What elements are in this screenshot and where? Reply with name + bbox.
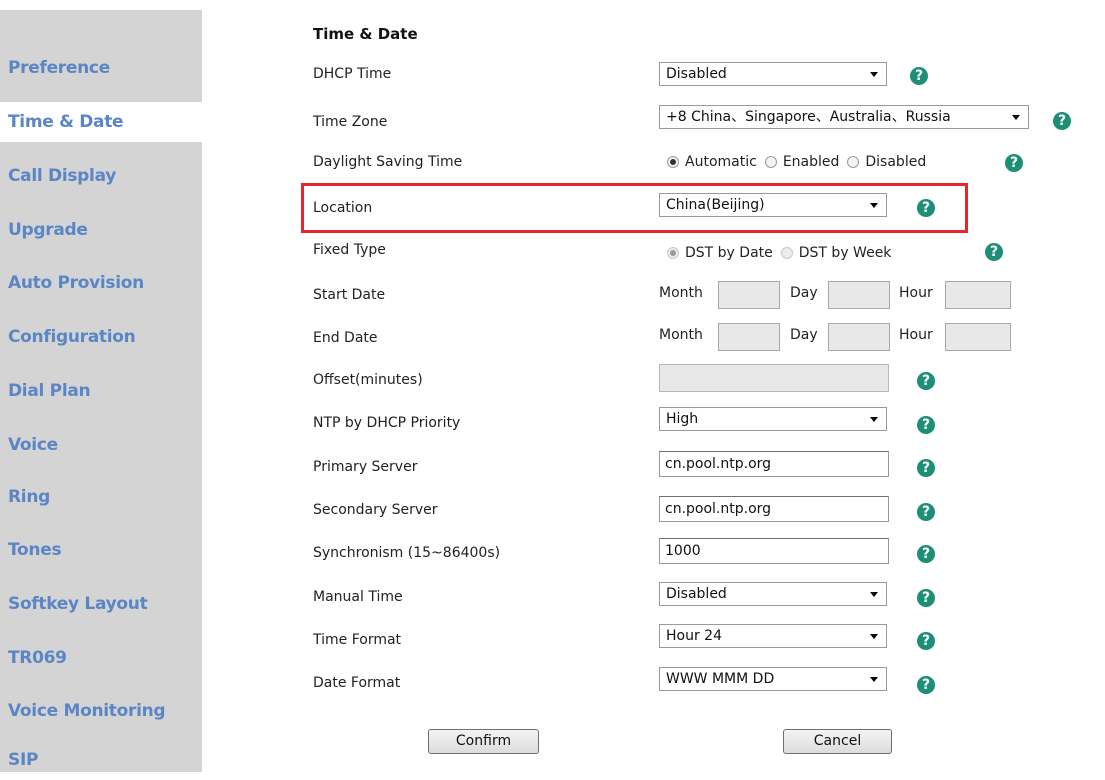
chevron-down-icon [870,417,878,422]
help-icon[interactable]: ? [917,676,935,694]
time-zone-label: Time Zone [313,114,388,130]
synchronism-label: Synchronism (15~86400s) [313,545,501,561]
manual-time-select[interactable]: Disabled [659,582,887,606]
daylight-enabled-radio[interactable] [764,156,777,168]
help-icon[interactable]: ? [910,67,928,85]
date-format-label: Date Format [313,675,401,691]
chevron-down-icon [870,72,878,77]
sidebar-item-softkey-layout[interactable]: Softkey Layout [0,584,202,624]
help-icon[interactable]: ? [917,632,935,650]
offset-label: Offset(minutes) [313,372,423,388]
time-format-label: Time Format [313,632,402,648]
sidebar-item-call-display[interactable]: Call Display [0,156,202,196]
time-zone-value: +8 China、Singapore、Australia、Russia [666,109,951,125]
manual-time-value: Disabled [666,586,727,602]
daylight-disabled-label: Disabled [865,154,927,170]
end-month-input[interactable] [718,323,780,351]
daylight-automatic-radio[interactable] [667,156,679,168]
location-value: China(Beijing) [666,197,765,213]
start-date-label: Start Date [313,287,386,303]
daylight-automatic-label: Automatic [685,154,757,170]
dst-by-date-radio[interactable] [667,247,679,259]
end-date-label: End Date [313,330,378,346]
help-icon[interactable]: ? [1005,154,1023,172]
sidebar-item-configuration[interactable]: Configuration [0,317,202,357]
help-icon[interactable]: ? [917,589,935,607]
help-icon[interactable]: ? [917,545,935,563]
fixed-type-radio-group: DST by Date DST by Week [667,245,899,261]
dst-by-date-label: DST by Date [685,245,773,261]
primary-server-label: Primary Server [313,459,418,475]
secondary-server-input[interactable]: cn.pool.ntp.org [659,496,889,522]
help-icon[interactable]: ? [917,503,935,521]
time-format-value: Hour 24 [666,628,722,644]
sidebar-item-voice-monitoring[interactable]: Voice Monitoring [0,691,202,731]
fixed-type-label: Fixed Type [313,242,386,258]
chevron-down-icon [870,634,878,639]
sidebar-item-upgrade[interactable]: Upgrade [0,210,202,250]
sidebar-item-tones[interactable]: Tones [0,530,202,570]
end-day-label: Day [790,327,818,343]
end-hour-input[interactable] [945,323,1011,351]
dst-by-week-label: DST by Week [798,245,892,261]
daylight-saving-radio-group: Automatic Enabled Disabled [667,154,934,170]
chevron-down-icon [870,203,878,208]
location-label: Location [313,200,373,216]
cancel-button[interactable]: Cancel [783,729,892,754]
help-icon[interactable]: ? [917,372,935,390]
dhcp-time-label: DHCP Time [313,66,392,82]
daylight-enabled-label: Enabled [782,154,840,170]
secondary-server-label: Secondary Server [313,502,438,518]
time-format-select[interactable]: Hour 24 [659,624,887,648]
dhcp-time-value: Disabled [666,66,727,82]
chevron-down-icon [870,677,878,682]
help-icon[interactable]: ? [917,199,935,217]
date-format-value: WWW MMM DD [666,671,775,687]
sidebar-item-ring[interactable]: Ring [0,477,202,517]
help-icon[interactable]: ? [985,243,1003,261]
time-zone-select[interactable]: +8 China、Singapore、Australia、Russia [659,105,1029,129]
date-format-select[interactable]: WWW MMM DD [659,667,887,691]
primary-server-input[interactable]: cn.pool.ntp.org [659,451,889,477]
ntp-priority-value: High [666,411,699,427]
help-icon[interactable]: ? [917,416,935,434]
offset-input[interactable] [659,364,889,392]
sidebar-item-time-date[interactable]: Time & Date [0,102,202,142]
sidebar-item-auto-provision[interactable]: Auto Provision [0,263,202,303]
confirm-button[interactable]: Confirm [428,729,539,754]
start-hour-input[interactable] [945,281,1011,309]
page-title: Time & Date [313,25,418,43]
start-day-input[interactable] [828,281,890,309]
sidebar-item-preference[interactable]: Preference [0,48,202,88]
end-hour-label: Hour [899,327,933,343]
help-icon[interactable]: ? [1053,112,1071,130]
sidebar-item-dial-plan[interactable]: Dial Plan [0,371,202,411]
sidebar: Preference Time & Date Call Display Upgr… [0,10,202,772]
end-month-label: Month [659,327,703,343]
sidebar-item-voice[interactable]: Voice [0,425,202,465]
start-hour-label: Hour [899,285,933,301]
end-day-input[interactable] [828,323,890,351]
dst-by-week-radio[interactable] [780,247,793,259]
start-month-label: Month [659,285,703,301]
dhcp-time-select[interactable]: Disabled [659,62,887,86]
start-day-label: Day [790,285,818,301]
ntp-priority-select[interactable]: High [659,407,887,431]
daylight-saving-label: Daylight Saving Time [313,154,463,170]
daylight-disabled-radio[interactable] [847,156,860,168]
chevron-down-icon [1012,115,1020,120]
manual-time-label: Manual Time [313,589,403,605]
start-month-input[interactable] [718,281,780,309]
sidebar-item-sip[interactable]: SIP [0,740,202,780]
chevron-down-icon [870,592,878,597]
sidebar-item-tr069[interactable]: TR069 [0,638,202,678]
ntp-priority-label: NTP by DHCP Priority [313,415,461,431]
help-icon[interactable]: ? [917,459,935,477]
synchronism-input[interactable]: 1000 [659,538,889,564]
location-select[interactable]: China(Beijing) [659,193,887,217]
